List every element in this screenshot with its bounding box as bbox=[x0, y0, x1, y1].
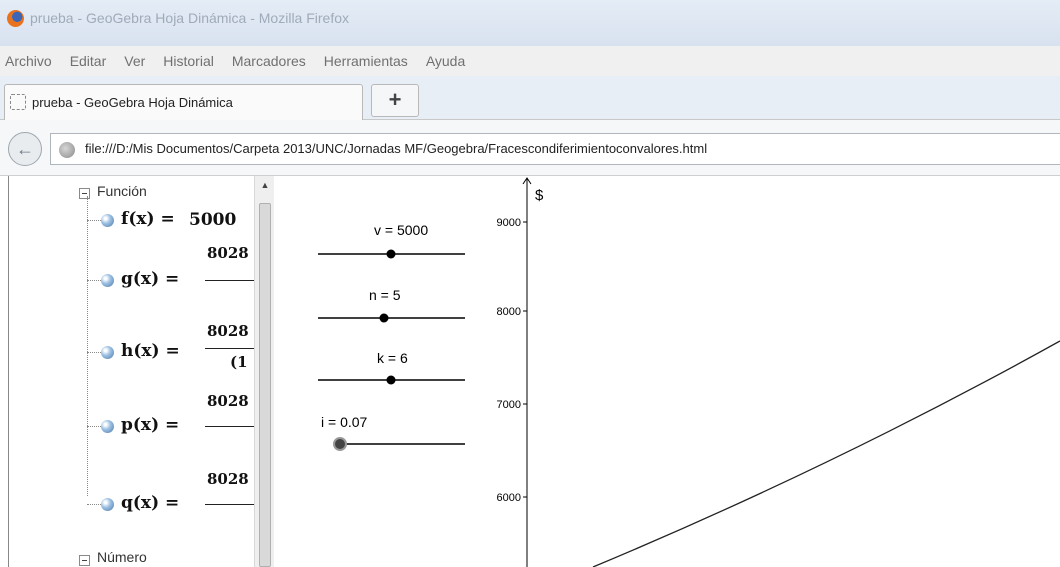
y-tick-label-9000: 9000 bbox=[497, 217, 521, 229]
tree-branch bbox=[87, 426, 101, 427]
y-axis-unit: $ bbox=[535, 187, 544, 204]
visibility-toggle-g[interactable] bbox=[101, 274, 114, 287]
address-bar[interactable]: file:///D:/Mis Documentos/Carpeta 2013/U… bbox=[50, 133, 1060, 165]
menu-ayuda[interactable]: Ayuda bbox=[426, 53, 465, 69]
function-h-name[interactable]: h(x) = bbox=[121, 341, 180, 361]
numero-collapse-toggle[interactable] bbox=[79, 555, 90, 566]
tree-branch bbox=[87, 280, 101, 281]
scroll-thumb[interactable] bbox=[259, 203, 271, 567]
menu-herramientas[interactable]: Herramientas bbox=[324, 53, 408, 69]
slider-k-label: k = 6 bbox=[377, 350, 408, 366]
fraction-bar bbox=[205, 504, 254, 505]
funcion-header: Función bbox=[97, 183, 147, 199]
firefox-icon bbox=[7, 10, 24, 27]
fraction-bar bbox=[205, 280, 254, 281]
tab-label: prueba - GeoGebra Hoja Dinámica bbox=[32, 95, 233, 110]
graphics-view[interactable]: v = 5000 n = 5 k = 6 i = 0.07 $ 9000 800… bbox=[275, 176, 1060, 567]
menu-editar[interactable]: Editar bbox=[70, 53, 107, 69]
page-content: Función f(x) = 5000 8028 g(x) = 8028 (1 … bbox=[0, 176, 1060, 567]
window-title: prueba - GeoGebra Hoja Dinámica - Mozill… bbox=[30, 10, 350, 26]
function-f-expr[interactable]: 5000 bbox=[189, 210, 236, 230]
y-tick-label-6000: 6000 bbox=[497, 492, 521, 504]
function-h-numerator[interactable]: 8028 bbox=[207, 322, 249, 340]
function-p-numerator[interactable]: 8028 bbox=[207, 392, 249, 410]
menu-historial[interactable]: Historial bbox=[163, 53, 214, 69]
algebra-view: Función f(x) = 5000 8028 g(x) = 8028 (1 … bbox=[9, 176, 274, 567]
function-g-name[interactable]: g(x) = bbox=[121, 269, 179, 289]
y-tick-label-7000: 7000 bbox=[497, 399, 521, 411]
visibility-toggle-p[interactable] bbox=[101, 420, 114, 433]
numero-header: Número bbox=[97, 549, 147, 565]
tab-strip: prueba - GeoGebra Hoja Dinámica + bbox=[0, 76, 1060, 120]
function-curve[interactable] bbox=[592, 340, 1060, 567]
slider-v-handle[interactable] bbox=[386, 249, 396, 259]
function-q-numerator[interactable]: 8028 bbox=[207, 470, 249, 488]
menu-ver[interactable]: Ver bbox=[124, 53, 145, 69]
function-f-name[interactable]: f(x) = bbox=[121, 209, 175, 229]
function-h-denominator[interactable]: (1 bbox=[230, 353, 248, 371]
fraction-bar bbox=[205, 426, 254, 427]
menu-archivo[interactable]: Archivo bbox=[5, 53, 52, 69]
navigation-bar: ← file:///D:/Mis Documentos/Carpeta 2013… bbox=[0, 120, 1060, 176]
slider-n-handle[interactable] bbox=[379, 313, 389, 323]
tree-line bbox=[87, 196, 88, 496]
tree-branch bbox=[87, 352, 101, 353]
funcion-collapse-toggle[interactable] bbox=[79, 188, 90, 199]
back-arrow-icon: ← bbox=[16, 139, 34, 159]
menu-marcadores[interactable]: Marcadores bbox=[232, 53, 306, 69]
slider-i-handle[interactable] bbox=[333, 437, 347, 451]
menu-bar: Archivo Editar Ver Historial Marcadores … bbox=[0, 46, 1060, 76]
function-q-name[interactable]: q(x) = bbox=[121, 493, 179, 513]
globe-icon bbox=[59, 142, 75, 158]
page-icon bbox=[10, 94, 26, 110]
scroll-up-arrow-icon[interactable]: ▲ bbox=[258, 178, 272, 192]
back-button[interactable]: ← bbox=[8, 132, 42, 166]
new-tab-button[interactable]: + bbox=[371, 84, 419, 117]
fraction-bar bbox=[205, 348, 254, 349]
url-text: file:///D:/Mis Documentos/Carpeta 2013/U… bbox=[85, 141, 708, 156]
visibility-toggle-f[interactable] bbox=[101, 214, 114, 227]
window-title-bar: prueba - GeoGebra Hoja Dinámica - Mozill… bbox=[0, 0, 1060, 46]
slider-i-label: i = 0.07 bbox=[321, 414, 368, 430]
algebra-scrollbar[interactable]: ▲ bbox=[254, 176, 274, 567]
visibility-toggle-h[interactable] bbox=[101, 346, 114, 359]
function-p-name[interactable]: p(x) = bbox=[121, 415, 179, 435]
tab-prueba[interactable]: prueba - GeoGebra Hoja Dinámica bbox=[4, 84, 363, 120]
tree-branch bbox=[87, 220, 101, 221]
y-tick-label-8000: 8000 bbox=[497, 306, 521, 318]
slider-n-label: n = 5 bbox=[369, 287, 401, 303]
slider-k-handle[interactable] bbox=[386, 375, 396, 385]
visibility-toggle-q[interactable] bbox=[101, 498, 114, 511]
slider-v-label: v = 5000 bbox=[374, 222, 428, 238]
function-g-numerator[interactable]: 8028 bbox=[207, 244, 249, 262]
tree-branch bbox=[87, 504, 101, 505]
